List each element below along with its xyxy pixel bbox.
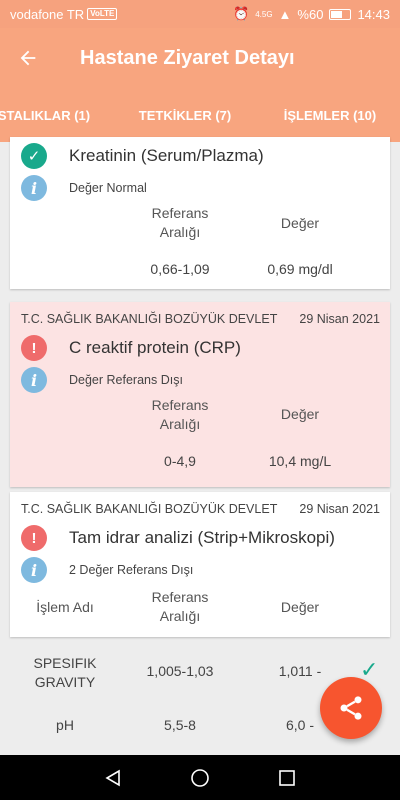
value-header: Değer [280,406,320,422]
status-bar: vodafone TR VoLTE ⏰ 4.5G ▲ %60 14:43 [0,0,400,28]
value-header: Değer [280,599,320,615]
info-row: i Değer Referans Dışı [10,367,390,393]
tab-islemler[interactable]: İŞLEMLER (10) [270,88,390,142]
name-header: İşlem Adı [36,599,94,615]
row-ref: 1,005-1,03 [146,663,214,679]
carrier: vodafone TR VoLTE [10,6,118,22]
institution: T.C. SAĞLIK BAKANLIĞI BOZÜYÜK DEVLET [21,502,278,516]
status-right: ⏰ 4.5G ▲ %60 14:43 [233,6,390,22]
warning-icon: ! [21,335,47,361]
signal-icon: ▲ [278,6,292,22]
row-name: pH [56,717,74,733]
info-icon: i [21,175,47,201]
test-card-crp[interactable]: T.C. SAĞLIK BAKANLIĞI BOZÜYÜK DEVLET 29 … [10,302,390,487]
card-header: T.C. SAĞLIK BAKANLIĞI BOZÜYÜK DEVLET 29 … [10,302,390,326]
row-name: SPESIFIK GRAVITY [33,655,97,690]
nav-recents-button[interactable] [267,758,307,798]
check-circle-icon: ✓ [21,143,47,169]
volte-badge: VoLTE [87,8,118,20]
page-title: Hastane Ziyaret Detayı [80,46,295,69]
test-card-idrar[interactable]: T.C. SAĞLIK BAKANLIĞI BOZÜYÜK DEVLET 29 … [10,492,390,637]
app-bar: Hastane Ziyaret Detayı [0,28,400,88]
clock: 14:43 [357,6,390,22]
signal-label: 4.5G [255,9,273,19]
info-icon: i [21,367,47,393]
battery-icon [329,8,352,20]
info-icon: i [21,557,47,583]
tab-tetkikler[interactable]: TETKİKLER (7) [115,88,255,142]
test-row: ! Tam idrar analizi (Strip+Mikroskopi) [10,525,390,551]
info-text: Değer Normal [69,181,147,195]
test-row: ! C reaktif protein (CRP) [10,335,390,361]
test-value: 0,69 mg/dl [267,261,333,277]
share-button[interactable] [320,677,382,739]
row-ref: 5,5-8 [164,717,196,733]
tab-tanilar[interactable]: STALIKLAR (1) [0,88,94,142]
system-nav-bar [0,755,400,800]
info-row: i Değer Normal [10,175,390,201]
value-header: Değer [280,215,320,231]
alarm-icon: ⏰ [233,6,250,21]
ref-range-value: 0,66-1,09 [150,261,210,277]
info-text: Değer Referans Dışı [69,373,183,387]
nav-home-button[interactable] [180,758,220,798]
screen: vodafone TR VoLTE ⏰ 4.5G ▲ %60 14:43 Has… [0,0,400,800]
tab-bar: STALIKLAR (1) TETKİKLER (7) İŞLEMLER (10… [0,88,400,142]
nav-home-icon [191,768,209,787]
ref-range-header: Referans Aralığı [151,205,209,240]
arrow-left-icon [20,50,36,66]
battery-percent: %60 [297,6,324,22]
info-row: i 2 Değer Referans Dışı [10,557,390,583]
warning-icon: ! [21,525,47,551]
row-value: 1,011 - [278,663,322,679]
nav-back-button[interactable] [93,758,133,798]
share-icon [340,696,362,720]
test-name: Kreatinin (Serum/Plazma) [69,146,264,165]
nav-recents-icon [278,769,295,786]
card-header: T.C. SAĞLIK BAKANLIĞI BOZÜYÜK DEVLET 29 … [10,492,390,516]
date: 29 Nisan 2021 [299,312,380,326]
test-name: C reaktif protein (CRP) [69,338,241,357]
back-button[interactable] [0,28,56,88]
ref-range-header: Referans Aralığı [151,397,209,432]
test-row: ✓ Kreatinin (Serum/Plazma) [10,143,390,169]
institution: T.C. SAĞLIK BAKANLIĞI BOZÜYÜK DEVLET [21,312,278,326]
test-card-kreatinin[interactable]: ✓ Kreatinin (Serum/Plazma) i Değer Norma… [10,137,390,289]
test-value: 10,4 mg/L [268,453,332,469]
date: 29 Nisan 2021 [299,502,380,516]
carrier-name: vodafone TR [10,6,85,22]
info-text: 2 Değer Referans Dışı [69,563,194,577]
ref-range-value: 0-4,9 [164,453,196,469]
ref-range-header: Referans Aralığı [151,589,209,624]
test-name: Tam idrar analizi (Strip+Mikroskopi) [69,528,335,547]
nav-back-icon [105,769,121,786]
